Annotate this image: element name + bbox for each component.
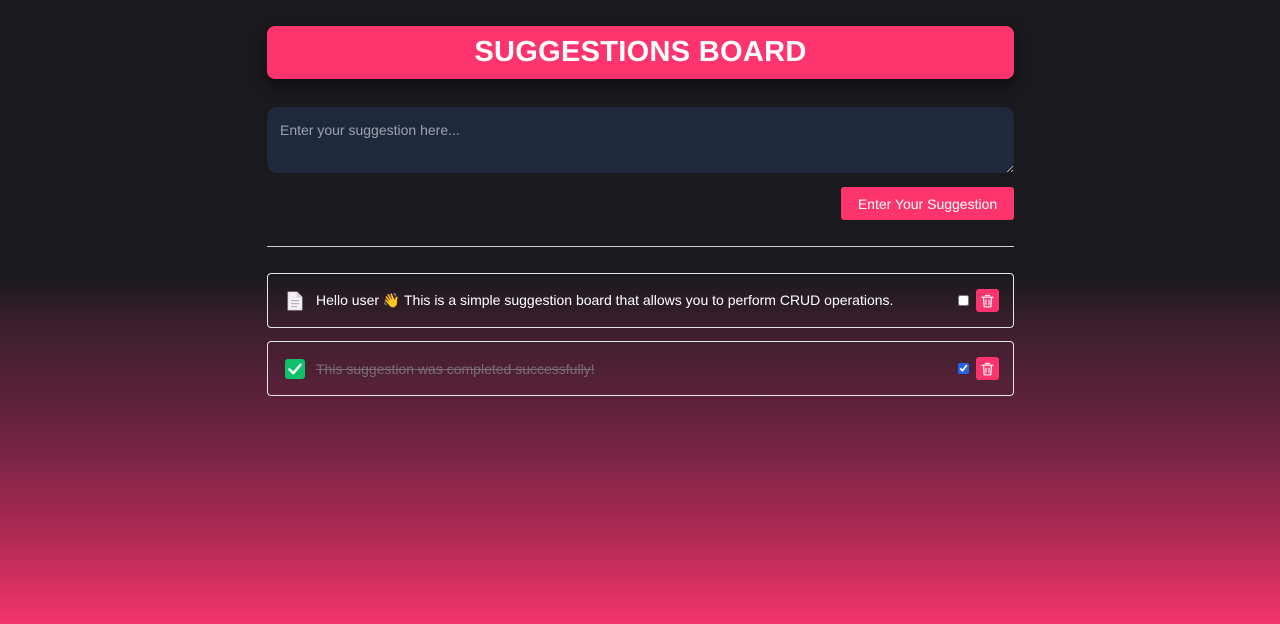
- suggestion-text: Hello user 👋 This is a simple suggestion…: [316, 292, 894, 308]
- check-mark-icon: [285, 358, 305, 379]
- page-title: SUGGESTIONS BOARD: [474, 36, 807, 68]
- suggestion-text: This suggestion was completed successful…: [316, 360, 595, 377]
- suggestion-item: Hello user 👋 This is a simple suggestion…: [267, 273, 1014, 328]
- header-banner: SUGGESTIONS BOARD: [267, 26, 1014, 79]
- trash-icon: [981, 294, 994, 308]
- enter-suggestion-button[interactable]: Enter Your Suggestion: [841, 187, 1014, 220]
- delete-button[interactable]: [976, 357, 999, 380]
- suggestion-list: Hello user 👋 This is a simple suggestion…: [267, 273, 1014, 396]
- divider: [267, 246, 1014, 247]
- trash-icon: [981, 362, 994, 376]
- complete-checkbox[interactable]: [958, 295, 969, 306]
- document-icon: [285, 291, 305, 311]
- suggestion-input[interactable]: [267, 107, 1014, 173]
- suggestion-form: Enter Your Suggestion: [267, 107, 1014, 220]
- suggestions-board: SUGGESTIONS BOARD Enter Your Suggestion …: [267, 26, 1014, 409]
- button-row: Enter Your Suggestion: [267, 187, 1014, 220]
- complete-checkbox[interactable]: [958, 363, 969, 374]
- suggestion-item: This suggestion was completed successful…: [267, 341, 1014, 396]
- delete-button[interactable]: [976, 289, 999, 312]
